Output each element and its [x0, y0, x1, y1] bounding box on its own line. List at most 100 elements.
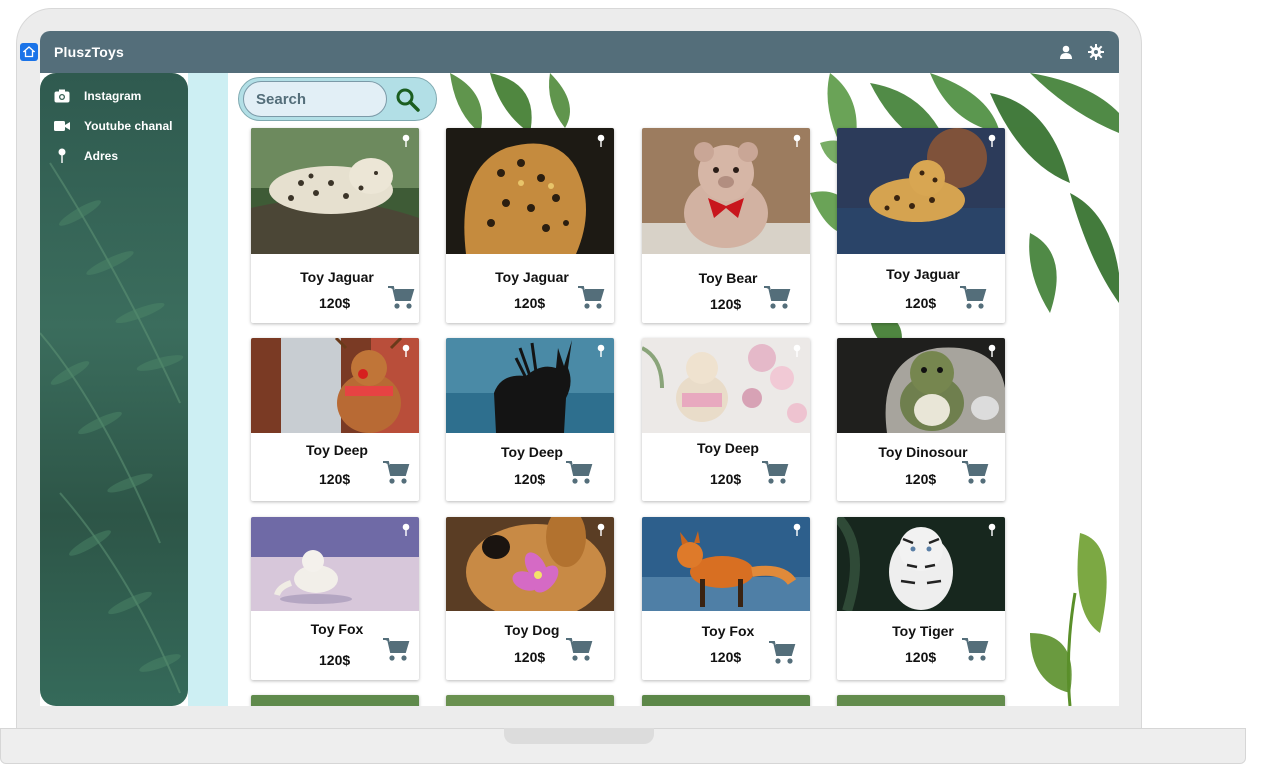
- product-image: [251, 695, 419, 706]
- product-card[interactable]: Toy Jaguar 120$: [837, 128, 1005, 323]
- product-card-partial[interactable]: [642, 695, 810, 706]
- location-pin-icon[interactable]: [401, 344, 411, 358]
- product-card[interactable]: Toy Dinosour 120$: [837, 338, 1005, 501]
- product-image: [642, 338, 810, 433]
- cart-icon[interactable]: [761, 460, 789, 486]
- location-pin-icon[interactable]: [596, 134, 606, 148]
- product-card[interactable]: Toy Jaguar 120$: [446, 128, 614, 323]
- location-pin-icon[interactable]: [987, 344, 997, 358]
- sidebar-item-adres[interactable]: Adres: [40, 141, 188, 171]
- location-pin-icon[interactable]: [792, 523, 802, 537]
- location-pin-icon[interactable]: [987, 523, 997, 537]
- brand-title[interactable]: PluszToys: [54, 44, 124, 60]
- product-image: [837, 695, 1005, 706]
- sidebar-item-label: Instagram: [84, 89, 142, 103]
- product-card[interactable]: Toy Fox 120$: [642, 517, 810, 680]
- cart-icon[interactable]: [768, 640, 796, 666]
- location-pin-icon[interactable]: [401, 523, 411, 537]
- video-camera-icon: [54, 118, 70, 134]
- location-pin-icon: [54, 148, 70, 164]
- product-image: [642, 517, 810, 611]
- product-name: Toy Deep: [306, 442, 368, 458]
- sidebar-item-label: Youtube chanal: [84, 119, 173, 133]
- cart-icon[interactable]: [961, 460, 989, 486]
- product-image: [837, 128, 1005, 254]
- product-name: Toy Deep: [697, 440, 759, 456]
- product-image: [446, 128, 614, 254]
- product-image: [837, 338, 1005, 433]
- product-price: 120$: [319, 471, 351, 487]
- gear-icon[interactable]: [1087, 43, 1105, 61]
- product-card[interactable]: Toy Fox 120$: [251, 517, 419, 680]
- location-pin-icon[interactable]: [987, 134, 997, 148]
- product-name: Toy Fox: [310, 621, 364, 637]
- search-icon[interactable]: [394, 86, 422, 114]
- sidebar: Instagram Youtube chanal Adres: [40, 73, 188, 706]
- product-image: [446, 338, 614, 433]
- location-pin-icon[interactable]: [792, 344, 802, 358]
- product-price: 120$: [514, 649, 546, 665]
- home-icon[interactable]: [20, 43, 38, 61]
- product-card[interactable]: Toy Deep 120$: [251, 338, 419, 501]
- product-name: Toy Deep: [501, 444, 563, 460]
- search-bar: [238, 77, 437, 121]
- sidebar-item-instagram[interactable]: Instagram: [40, 81, 188, 111]
- sidebar-item-youtube[interactable]: Youtube chanal: [40, 111, 188, 141]
- product-name: Toy Bear: [698, 270, 758, 286]
- product-price: 120$: [710, 649, 742, 665]
- location-pin-icon[interactable]: [792, 134, 802, 148]
- camera-icon: [54, 88, 70, 104]
- top-bar: PluszToys: [40, 31, 1119, 73]
- product-card[interactable]: Toy Bear 120$: [642, 128, 810, 323]
- product-image: [446, 517, 614, 611]
- product-price: 120$: [319, 652, 351, 668]
- product-name: Toy Dinosour: [878, 444, 968, 460]
- cart-icon[interactable]: [577, 285, 605, 311]
- background-strip: [188, 73, 228, 706]
- product-card-partial[interactable]: [251, 695, 419, 706]
- cart-icon[interactable]: [959, 285, 987, 311]
- product-price: 120$: [905, 471, 937, 487]
- product-name: Toy Jaguar: [300, 269, 374, 285]
- product-image: [446, 695, 614, 706]
- product-name: Toy Jaguar: [495, 269, 569, 285]
- product-card[interactable]: Toy Dog 120$: [446, 517, 614, 680]
- product-name: Toy Jaguar: [886, 266, 960, 282]
- product-image: [837, 517, 1005, 611]
- product-price: 120$: [514, 295, 546, 311]
- search-input[interactable]: [243, 81, 387, 117]
- product-card[interactable]: Toy Deep 120$: [446, 338, 614, 501]
- cart-icon[interactable]: [382, 460, 410, 486]
- laptop-notch: [504, 728, 654, 744]
- product-card[interactable]: Toy Deep 120$: [642, 338, 810, 501]
- product-image: [642, 128, 810, 254]
- product-price: 120$: [319, 295, 351, 311]
- location-pin-icon[interactable]: [596, 523, 606, 537]
- product-image: [251, 128, 419, 254]
- sidebar-item-label: Adres: [84, 149, 119, 163]
- location-pin-icon[interactable]: [596, 344, 606, 358]
- product-price: 120$: [710, 471, 742, 487]
- app-screen: PluszToys Instagram Youtube chanal Adres…: [40, 31, 1119, 706]
- cart-icon[interactable]: [961, 637, 989, 663]
- product-price: 120$: [514, 471, 546, 487]
- product-name: Toy Dog: [504, 622, 560, 638]
- product-price: 120$: [710, 296, 742, 312]
- product-image: [251, 338, 419, 433]
- product-price: 120$: [905, 649, 937, 665]
- product-card-partial[interactable]: [446, 695, 614, 706]
- cart-icon[interactable]: [565, 637, 593, 663]
- product-name: Toy Fox: [701, 623, 755, 639]
- product-image: [642, 695, 810, 706]
- cart-icon[interactable]: [763, 285, 791, 311]
- cart-icon[interactable]: [387, 285, 415, 311]
- product-card[interactable]: Toy Tiger 120$: [837, 517, 1005, 680]
- product-card-partial[interactable]: [837, 695, 1005, 706]
- location-pin-icon[interactable]: [401, 134, 411, 148]
- cart-icon[interactable]: [565, 460, 593, 486]
- product-image: [251, 517, 419, 611]
- product-card[interactable]: Toy Jaguar 120$: [251, 128, 419, 323]
- product-price: 120$: [905, 295, 937, 311]
- user-icon[interactable]: [1057, 43, 1075, 61]
- cart-icon[interactable]: [382, 637, 410, 663]
